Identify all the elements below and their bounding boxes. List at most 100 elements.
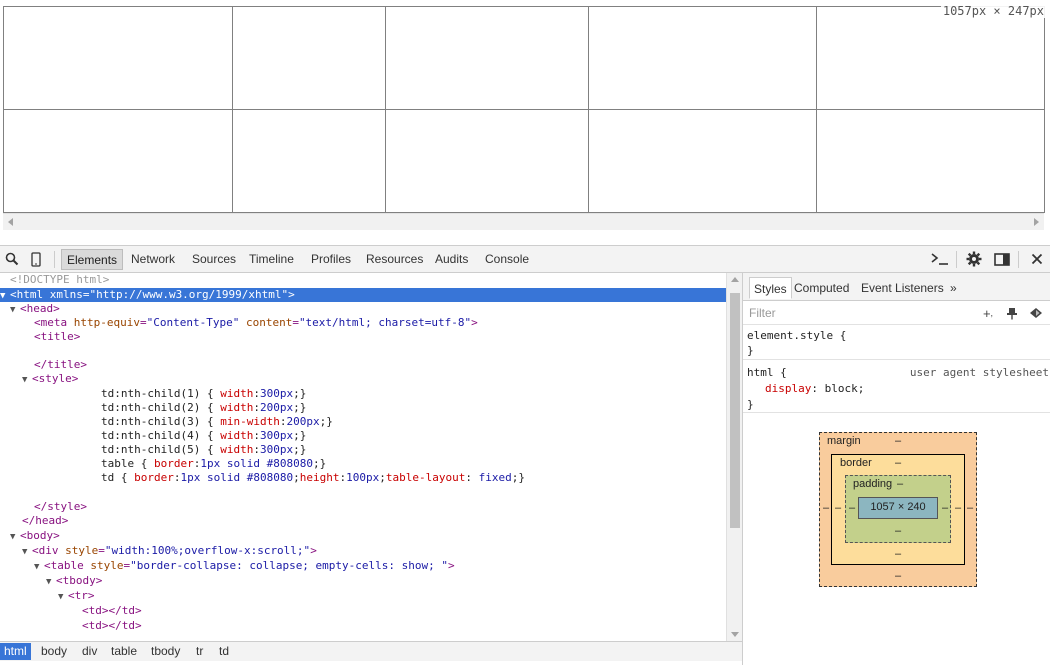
- dom-node-td[interactable]: <td></td>: [0, 604, 726, 618]
- expand-triangle-icon[interactable]: ▼: [34, 560, 44, 574]
- tab-styles[interactable]: Styles: [749, 277, 792, 299]
- table-cell[interactable]: [3, 109, 233, 213]
- border-bottom-value[interactable]: –: [895, 548, 901, 561]
- tab-computed[interactable]: Computed: [790, 277, 853, 299]
- tab-audits[interactable]: Audits: [430, 249, 473, 270]
- padding-label: padding: [853, 478, 893, 490]
- tab-network[interactable]: Network: [126, 249, 180, 270]
- expand-triangle-icon[interactable]: ▼: [22, 545, 32, 559]
- table-cell[interactable]: [588, 6, 817, 110]
- padding-left-value[interactable]: –: [849, 502, 855, 515]
- dom-node-meta[interactable]: <meta http-equiv="Content-Type" content=…: [0, 316, 726, 330]
- box-model-diagram: margin – – – – border – – – – padding – …: [743, 414, 1050, 665]
- tab-console[interactable]: Console: [480, 249, 534, 270]
- margin-left-value[interactable]: –: [823, 502, 829, 515]
- pin-icon[interactable]: [1003, 304, 1021, 322]
- tab-elements[interactable]: Elements: [61, 249, 124, 270]
- breadcrumb-body[interactable]: body: [37, 643, 71, 660]
- tab-event-listeners[interactable]: Event Listeners: [857, 277, 948, 299]
- filter-bar: +,: [743, 301, 1050, 325]
- breadcrumb-html[interactable]: html: [0, 643, 31, 660]
- scroll-up-arrow-icon[interactable]: [731, 277, 739, 282]
- expand-triangle-icon[interactable]: ▼: [0, 289, 10, 303]
- rule-source-label[interactable]: user agent stylesheet: [910, 365, 1049, 381]
- scroll-thumb[interactable]: [730, 293, 740, 528]
- table-cell[interactable]: [385, 6, 589, 110]
- dom-node-head[interactable]: ▼ <head>: [0, 302, 726, 316]
- dom-node-head-close[interactable]: </head>: [0, 514, 726, 528]
- padding-bottom-value[interactable]: –: [895, 525, 901, 538]
- table-cell[interactable]: [232, 6, 386, 110]
- dom-node-style-close[interactable]: </style>: [0, 500, 726, 514]
- css-line: td:nth-child(5) { width:300px;}: [101, 443, 307, 456]
- css-line: td:nth-child(3) { min-width:200px;}: [101, 415, 333, 428]
- expand-triangle-icon[interactable]: ▼: [10, 530, 20, 544]
- padding-right-value[interactable]: –: [942, 502, 948, 515]
- dom-node-title[interactable]: <title>: [0, 330, 726, 344]
- device-mode-icon[interactable]: [24, 246, 48, 272]
- style-rule-element[interactable]: element.style { }: [743, 326, 1050, 360]
- devtools-toolbar: Elements Network Sources Timeline Profil…: [0, 246, 1050, 273]
- toolbar-separator: [54, 251, 55, 268]
- add-rule-icon[interactable]: +,: [979, 304, 997, 322]
- expand-triangle-icon[interactable]: ▼: [58, 590, 68, 604]
- dom-node-td[interactable]: <td></td>: [0, 619, 726, 633]
- console-drawer-icon[interactable]: [928, 246, 952, 272]
- dom-node-tr[interactable]: ▼ <tr>: [0, 589, 726, 603]
- dom-node-html[interactable]: ▼ <html xmlns="http://www.w3.org/1999/xht…: [0, 288, 726, 302]
- border-right-value[interactable]: –: [955, 502, 961, 515]
- border-top-value[interactable]: –: [895, 457, 901, 470]
- scroll-down-arrow-icon[interactable]: [731, 632, 739, 637]
- margin-label: margin: [827, 435, 861, 447]
- dom-node-title-close[interactable]: </title>: [0, 358, 726, 372]
- expand-triangle-icon[interactable]: ▼: [46, 575, 56, 589]
- dock-icon[interactable]: [990, 246, 1014, 272]
- css-line: td:nth-child(2) { width:200px;}: [101, 401, 307, 414]
- dom-tree[interactable]: <!DOCTYPE html> ▼ <html xmlns="http://www…: [0, 273, 726, 641]
- dom-node-doctype[interactable]: <!DOCTYPE html>: [0, 273, 726, 287]
- table-cell[interactable]: [232, 109, 386, 213]
- table-cell[interactable]: [816, 109, 1045, 213]
- tab-timeline[interactable]: Timeline: [244, 249, 299, 270]
- scroll-left-arrow-icon[interactable]: [8, 218, 13, 226]
- dom-node-body[interactable]: ▼ <body>: [0, 529, 726, 543]
- breadcrumb-tr[interactable]: tr: [192, 643, 207, 660]
- breadcrumb-td[interactable]: td: [215, 643, 233, 660]
- expand-triangle-icon[interactable]: ▼: [22, 373, 32, 387]
- border-left-value[interactable]: –: [835, 502, 841, 515]
- content-size-value[interactable]: 1057 × 240: [858, 501, 938, 514]
- dom-node-style[interactable]: ▼ <style>: [0, 372, 726, 386]
- margin-bottom-value[interactable]: –: [895, 570, 901, 583]
- margin-top-value[interactable]: –: [895, 435, 901, 448]
- close-icon[interactable]: [1025, 246, 1049, 272]
- dom-node-table[interactable]: ▼ <table style="border-collapse: collapse…: [0, 559, 726, 573]
- search-icon[interactable]: [0, 246, 24, 272]
- padding-top-value[interactable]: –: [897, 478, 903, 491]
- styles-filter-input[interactable]: [747, 305, 967, 321]
- table-cell[interactable]: [3, 6, 233, 110]
- tab-profiles[interactable]: Profiles: [306, 249, 356, 270]
- table-cell[interactable]: [816, 6, 1045, 110]
- page-viewport: 1057px × 247px: [0, 0, 1050, 245]
- table-row: [3, 109, 1045, 213]
- breadcrumb-tbody[interactable]: tbody: [147, 643, 184, 660]
- horizontal-scrollbar[interactable]: [3, 213, 1044, 230]
- more-tabs-icon[interactable]: »: [946, 277, 961, 299]
- breadcrumb-div[interactable]: div: [78, 643, 101, 660]
- tab-sources[interactable]: Sources: [187, 249, 241, 270]
- expand-triangle-icon[interactable]: ▼: [10, 303, 20, 317]
- dom-tree-scrollbar[interactable]: [726, 273, 742, 641]
- table-row: [3, 6, 1045, 110]
- settings-icon[interactable]: [962, 246, 986, 272]
- breadcrumb-table[interactable]: table: [107, 643, 141, 660]
- dom-node-tbody[interactable]: ▼ <tbody>: [0, 574, 726, 588]
- margin-right-value[interactable]: –: [967, 502, 973, 515]
- style-rule-html[interactable]: html { user agent stylesheet display: bl…: [743, 361, 1050, 413]
- scroll-right-arrow-icon[interactable]: [1034, 218, 1039, 226]
- color-format-icon[interactable]: [1027, 304, 1045, 322]
- table-cell[interactable]: [588, 109, 817, 213]
- tab-resources[interactable]: Resources: [361, 249, 428, 270]
- dom-node-div[interactable]: ▼ <div style="width:100%;overflow-x:scrol…: [0, 544, 726, 558]
- table-cell[interactable]: [385, 109, 589, 213]
- breadcrumb: html body div table tbody tr td: [0, 641, 742, 661]
